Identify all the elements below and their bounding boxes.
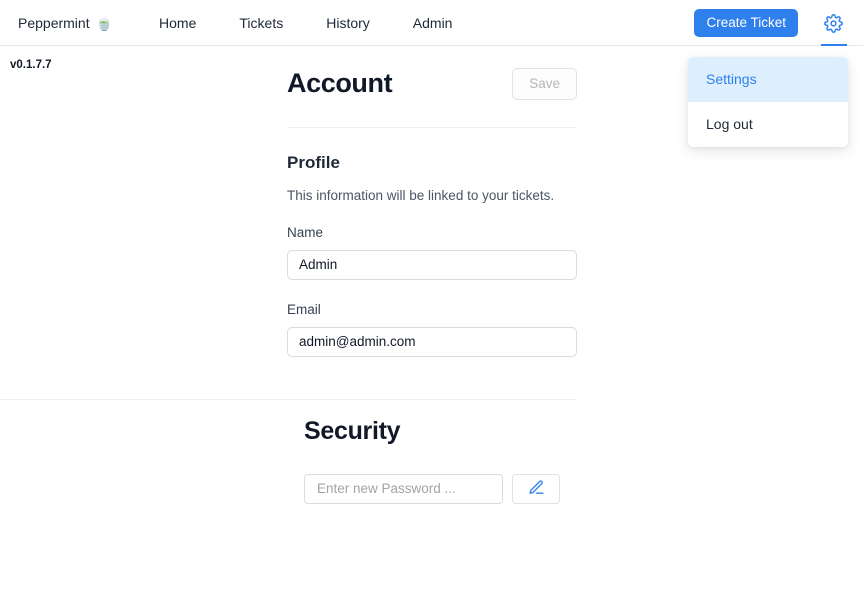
- top-navbar: Peppermint 🍵 Home Tickets History Admin …: [0, 0, 863, 46]
- navbar-right-group: Create Ticket: [694, 0, 863, 46]
- save-button[interactable]: Save: [512, 68, 577, 100]
- name-field-group: Name: [287, 225, 577, 280]
- nav-link-history[interactable]: History: [316, 15, 380, 31]
- security-section: Security: [0, 387, 863, 504]
- account-divider: [287, 126, 577, 128]
- security-heading: Security: [304, 416, 401, 445]
- settings-dropdown-menu: Settings Log out: [688, 57, 848, 147]
- profile-heading: Profile: [287, 152, 340, 172]
- dropdown-item-logout[interactable]: Log out: [688, 102, 848, 147]
- nav-link-tickets[interactable]: Tickets: [229, 15, 293, 31]
- email-field-group: Email: [287, 302, 577, 357]
- gear-icon: [824, 13, 843, 33]
- email-input[interactable]: [287, 326, 577, 357]
- edit-password-button[interactable]: [512, 473, 560, 504]
- name-input[interactable]: [287, 249, 577, 280]
- settings-menu-toggle[interactable]: [820, 0, 847, 46]
- new-password-input[interactable]: [304, 473, 503, 504]
- navbar-left-group: Peppermint 🍵 Home Tickets History Admin: [0, 15, 462, 31]
- pencil-icon: [528, 479, 545, 499]
- bowl-emoji: 🍵: [95, 14, 114, 31]
- profile-subtitle: This information will be linked to your …: [287, 187, 555, 203]
- brand-logo[interactable]: Peppermint 🍵: [18, 15, 113, 31]
- password-row: [304, 473, 863, 504]
- account-header: Account Save: [287, 60, 577, 100]
- brand-label: Peppermint: [18, 14, 90, 31]
- nav-link-home[interactable]: Home: [149, 15, 206, 31]
- dropdown-item-settings[interactable]: Settings: [688, 57, 848, 102]
- nav-link-admin[interactable]: Admin: [403, 15, 463, 31]
- account-security-divider: [0, 398, 576, 400]
- create-ticket-button[interactable]: Create Ticket: [694, 8, 798, 38]
- name-label: Name: [287, 224, 324, 240]
- page-title: Account: [287, 68, 393, 99]
- email-label: Email: [287, 301, 321, 317]
